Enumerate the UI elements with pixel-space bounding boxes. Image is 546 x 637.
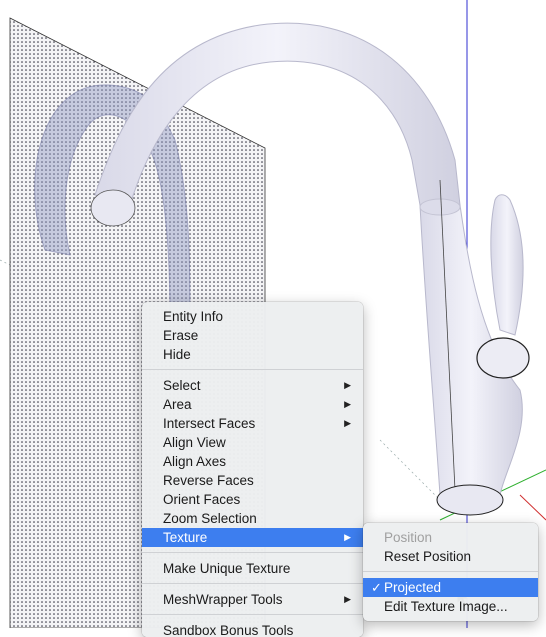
menu-item-orient-faces[interactable]: Orient Faces: [142, 490, 363, 509]
spout-tip: [90, 189, 136, 227]
submenu-item-edit-texture-image[interactable]: Edit Texture Image...: [363, 597, 538, 616]
menu-item-hide[interactable]: Hide: [142, 345, 363, 364]
menu-item-label: Position: [384, 530, 433, 545]
submenu-item-position: Position: [363, 528, 538, 547]
menu-item-reverse-faces[interactable]: Reverse Faces: [142, 471, 363, 490]
menu-item-align-view[interactable]: Align View: [142, 433, 363, 452]
menu-item-label: Hide: [163, 347, 191, 362]
menu-separator: [142, 369, 363, 370]
menu-item-label: Projected: [384, 580, 442, 595]
menu-item-label: Sandbox Bonus Tools: [163, 623, 294, 637]
menu-item-label: Erase: [163, 328, 199, 343]
submenu-arrow-icon: ▶: [344, 380, 351, 390]
menu-item-texture[interactable]: Texture ▶: [142, 528, 363, 547]
menu-item-select[interactable]: Select ▶: [142, 376, 363, 395]
menu-item-label: Align Axes: [163, 454, 227, 469]
submenu-arrow-icon: ▶: [344, 532, 351, 542]
submenu-item-reset-position[interactable]: Reset Position: [363, 547, 538, 566]
context-menu: Entity Info Erase Hide Select ▶ Area ▶ Int…: [142, 302, 363, 637]
menu-item-sandbox-bonus-tools[interactable]: Sandbox Bonus Tools: [142, 621, 363, 637]
submenu-item-projected[interactable]: ✓ Projected: [363, 578, 538, 597]
menu-separator: [142, 583, 363, 584]
faucet-ring: [419, 198, 461, 216]
menu-item-label: Entity Info: [163, 309, 224, 324]
menu-item-label: Make Unique Texture: [163, 561, 291, 576]
menu-item-entity-info[interactable]: Entity Info: [142, 307, 363, 326]
handle-base: [476, 337, 530, 379]
submenu-arrow-icon: ▶: [344, 418, 351, 428]
menu-item-label: Reset Position: [384, 549, 472, 564]
menu-item-label: Orient Faces: [163, 492, 241, 507]
red-axis-line: [519, 494, 546, 521]
menu-item-label: Texture: [163, 530, 208, 545]
menu-item-label: Reverse Faces: [163, 473, 254, 488]
dashed-axis-line-2: [379, 439, 441, 501]
menu-item-label: Zoom Selection: [163, 511, 257, 526]
menu-item-area[interactable]: Area ▶: [142, 395, 363, 414]
menu-item-zoom-selection[interactable]: Zoom Selection: [142, 509, 363, 528]
faucet-base: [436, 484, 504, 516]
faucet-handle: [490, 194, 524, 336]
menu-item-erase[interactable]: Erase: [142, 326, 363, 345]
menu-item-label: Align View: [163, 435, 226, 450]
menu-item-label: Intersect Faces: [163, 416, 256, 431]
texture-submenu: Position Reset Position ✓ Projected Edit …: [363, 523, 538, 621]
menu-item-label: Area: [163, 397, 192, 412]
menu-separator: [142, 552, 363, 553]
submenu-arrow-icon: ▶: [344, 399, 351, 409]
menu-item-make-unique-texture[interactable]: Make Unique Texture: [142, 559, 363, 578]
menu-item-align-axes[interactable]: Align Axes: [142, 452, 363, 471]
menu-item-label: MeshWrapper Tools: [163, 592, 283, 607]
menu-separator: [142, 614, 363, 615]
menu-item-label: Select: [163, 378, 201, 393]
menu-item-intersect-faces[interactable]: Intersect Faces ▶: [142, 414, 363, 433]
checkmark-icon: ✓: [371, 580, 382, 595]
menu-item-meshwrapper-tools[interactable]: MeshWrapper Tools ▶: [142, 590, 363, 609]
menu-item-label: Edit Texture Image...: [384, 599, 508, 614]
menu-separator: [363, 571, 538, 572]
submenu-arrow-icon: ▶: [344, 594, 351, 604]
